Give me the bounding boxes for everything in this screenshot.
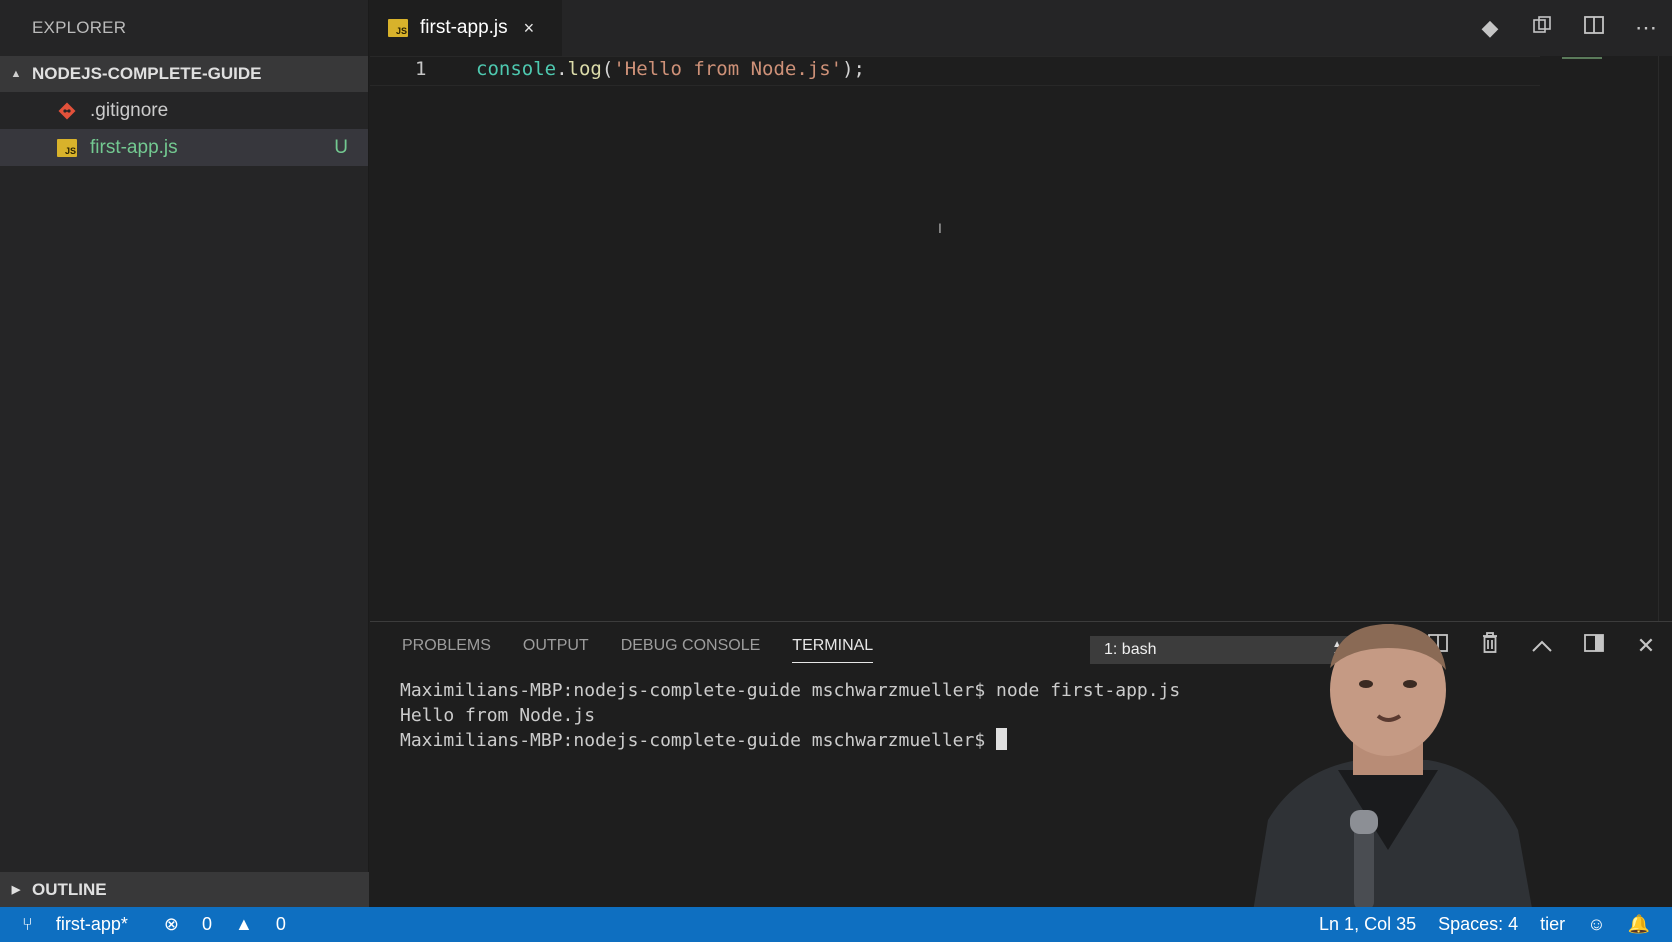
notification-bell-icon[interactable]: 🔔 xyxy=(1628,914,1650,935)
explorer-title: EXPLORER xyxy=(32,18,127,37)
file-name: .gitignore xyxy=(90,99,169,121)
outline-label: OUTLINE xyxy=(32,879,107,899)
tab-terminal[interactable]: TERMINAL xyxy=(792,622,873,670)
ibeam-cursor-icon: I xyxy=(938,220,942,236)
tab-output[interactable]: OUTPUT xyxy=(523,622,589,670)
cursor-position[interactable]: Ln 1, Col 35 xyxy=(1319,914,1416,935)
code-line[interactable]: console.log('Hello from Node.js'); xyxy=(476,58,865,80)
error-icon: ⊗ xyxy=(163,914,179,934)
code-editor[interactable]: 1 console.log('Hello from Node.js'); I xyxy=(370,56,1672,621)
toggle-panel-position-icon[interactable] xyxy=(1568,633,1620,659)
code-token: 'Hello from Node.js' xyxy=(613,58,843,80)
editor-actions: ◆ ⋯ xyxy=(1464,0,1672,56)
terminal-output[interactable]: Maximilians-MBP:nodejs-complete-guide ms… xyxy=(400,678,1180,753)
js-file-icon: JS xyxy=(56,137,78,159)
chevron-down-icon: ▲ xyxy=(10,68,22,80)
line-number: 1 xyxy=(415,58,427,80)
close-icon[interactable]: × xyxy=(524,18,535,39)
editor-tab-bar: JS first-app.js × ◆ ⋯ xyxy=(370,0,1672,56)
code-token: ( xyxy=(601,58,614,80)
tab-label: first-app.js xyxy=(420,17,508,38)
tab-first-app[interactable]: JS first-app.js × xyxy=(370,0,562,56)
code-token: log xyxy=(567,58,602,80)
status-bar: ⑂ first-app* ⊗ 0 ▲ 0 Ln 1, Col 35 Spaces… xyxy=(0,907,1672,942)
file-item-first-app[interactable]: JS first-app.js U xyxy=(0,129,368,166)
webcam-overlay xyxy=(1228,620,1544,942)
terminal-prompt-line: Maximilians-MBP:nodejs-complete-guide ms… xyxy=(400,728,1180,753)
outline-section-header[interactable]: ▶ OUTLINE xyxy=(0,872,369,907)
indentation[interactable]: Spaces: 4 xyxy=(1438,914,1518,935)
branch-icon: ⑂ xyxy=(22,914,33,934)
editor-scrollbar[interactable] xyxy=(1658,56,1672,621)
feedback-smiley-icon[interactable]: ☺ xyxy=(1587,914,1605,935)
explorer-sidebar: EXPLORER ▲ NODEJS-COMPLETE-GUIDE .gitign… xyxy=(0,0,369,907)
warning-count: 0 xyxy=(275,914,286,934)
branch-name: first-app* xyxy=(55,914,128,934)
code-token: console xyxy=(476,58,557,80)
terminal-select-value: 1: bash xyxy=(1104,641,1157,658)
presenter-figure xyxy=(1248,624,1538,942)
terminal-line: Maximilians-MBP:nodejs-complete-guide ms… xyxy=(400,730,997,751)
project-folder-header[interactable]: ▲ NODEJS-COMPLETE-GUIDE xyxy=(0,56,368,92)
chevron-right-icon: ▶ xyxy=(11,884,21,896)
split-editor-icon[interactable] xyxy=(1568,15,1620,41)
git-icon xyxy=(56,100,78,122)
terminal-line: Maximilians-MBP:nodejs-complete-guide ms… xyxy=(400,680,1181,701)
tab-debug-console[interactable]: DEBUG CONSOLE xyxy=(621,622,761,670)
terminal-cursor xyxy=(996,728,1008,750)
tab-problems[interactable]: PROBLEMS xyxy=(402,622,491,670)
project-folder-label: NODEJS-COMPLETE-GUIDE xyxy=(32,64,262,83)
file-item-gitignore[interactable]: .gitignore xyxy=(0,92,368,129)
more-actions-icon[interactable]: ⋯ xyxy=(1620,15,1672,41)
terminal-line: Hello from Node.js xyxy=(400,705,596,726)
panel-tabs: PROBLEMS OUTPUT DEBUG CONSOLE TERMINAL xyxy=(402,622,905,670)
minimap[interactable] xyxy=(1562,56,1622,60)
formatter-item[interactable]: tier xyxy=(1540,914,1565,935)
git-diff-icon[interactable]: ◆ xyxy=(1464,15,1516,41)
git-branch-item[interactable]: ⑂ first-app* xyxy=(22,914,146,935)
code-token: . xyxy=(556,58,568,80)
code-token: ); xyxy=(842,58,865,80)
js-file-icon: JS xyxy=(388,19,408,37)
problems-item[interactable]: ⊗ 0 ▲ 0 xyxy=(164,914,304,935)
warning-icon: ▲ xyxy=(235,914,253,934)
open-changes-icon[interactable] xyxy=(1516,14,1568,42)
untracked-badge: U xyxy=(334,136,348,158)
close-panel-icon[interactable]: ✕ xyxy=(1620,633,1672,659)
error-count: 0 xyxy=(201,914,212,934)
file-name: first-app.js xyxy=(90,136,178,158)
